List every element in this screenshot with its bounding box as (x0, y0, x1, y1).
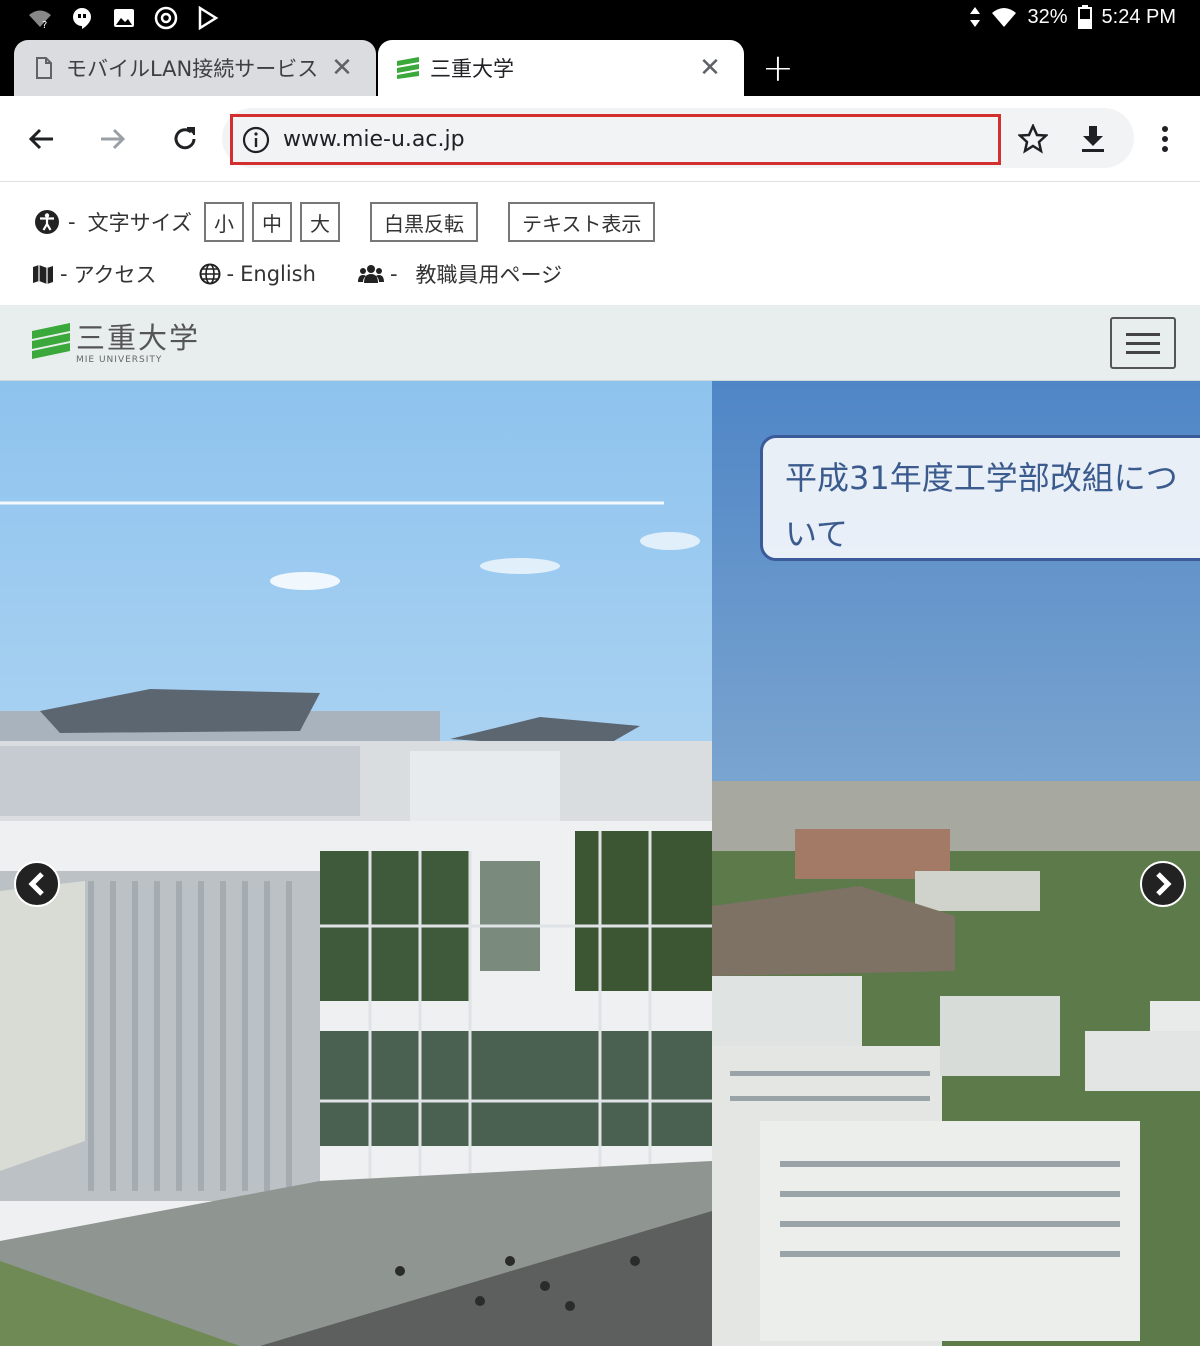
svg-text:?: ? (42, 20, 47, 30)
carousel-prev-button[interactable] (14, 861, 60, 907)
tab-mie-university[interactable]: 三重大学 ✕ (378, 40, 744, 96)
battery-icon (1077, 5, 1092, 29)
access-link[interactable]: - アクセス (32, 259, 157, 289)
image-icon (114, 9, 134, 27)
mie-logo-favicon-icon (396, 56, 420, 80)
tab-close-button[interactable]: ✕ (322, 53, 362, 83)
tab-close-button[interactable]: ✕ (690, 53, 730, 83)
back-arrow-icon (28, 128, 53, 150)
hamburger-line (1126, 341, 1160, 345)
download-icon (1082, 126, 1104, 152)
news-caption-text[interactable]: 平成31年度工学部改組について (785, 459, 1178, 553)
site-header: 三重大学 MIE UNIVERSITY (0, 305, 1200, 381)
accessibility-bar: - 文字サイズ 小 中 大 白黒反転 テキスト表示 - アクセス - Engli… (0, 183, 1200, 305)
staff-page-link[interactable]: - 教職員用ページ (357, 259, 563, 289)
english-label[interactable]: English (240, 262, 316, 286)
text-view-button[interactable]: テキスト表示 (507, 202, 656, 242)
status-bar: ? 32% 5:24 PM (0, 0, 1200, 38)
hero-carousel: 平成31年度工学部改組について (0, 381, 1200, 1346)
document-icon (32, 56, 56, 80)
chevron-right-icon (1156, 872, 1172, 896)
hamburger-line (1126, 350, 1160, 354)
tab-mobile-lan[interactable]: モバイルLAN接続サービス - ✕ (14, 40, 376, 96)
text-size-label: 文字サイズ (87, 211, 192, 235)
invert-colors-button[interactable]: 白黒反転 (369, 202, 478, 242)
info-icon[interactable] (241, 125, 271, 155)
tab-title: モバイルLAN接続サービス - (66, 57, 322, 81)
hamburger-line (1126, 332, 1160, 336)
reload-icon (174, 127, 196, 150)
forward-button[interactable] (90, 116, 136, 162)
bookmark-button[interactable] (1010, 116, 1056, 162)
chrome-icon (154, 6, 178, 30)
access-label[interactable]: アクセス (74, 259, 157, 289)
users-icon (357, 265, 384, 283)
data-arrows-icon (970, 7, 981, 27)
wifi-unknown-icon: ? (29, 10, 51, 30)
star-icon (1018, 124, 1048, 154)
text-size-medium-button[interactable]: 中 (251, 202, 292, 242)
dash-separator: - (226, 262, 235, 286)
staff-page-label[interactable]: 教職員用ページ (416, 259, 563, 289)
tab-title: 三重大学 (430, 57, 514, 81)
hangouts-icon (73, 8, 91, 29)
forward-arrow-icon (101, 128, 126, 150)
logo-english-text: MIE UNIVERSITY (76, 355, 163, 365)
wifi-icon (992, 8, 1017, 27)
logo-japanese-text: 三重大学 (76, 321, 201, 355)
mie-university-logo[interactable]: 三重大学 MIE UNIVERSITY (32, 323, 200, 365)
news-caption-link[interactable]: 平成31年度工学部改組について (760, 435, 1200, 561)
text-size-small-button[interactable]: 小 (203, 202, 244, 242)
map-icon (33, 265, 53, 284)
tab-strip: モバイルLAN接続サービス - ✕ 三重大学 ✕ + (0, 38, 1200, 96)
new-tab-button[interactable]: + (762, 46, 794, 90)
back-button[interactable] (18, 116, 64, 162)
dash-separator: - (389, 262, 398, 286)
english-link[interactable]: - English (199, 262, 316, 286)
chevron-left-icon (28, 872, 44, 896)
more-vert-icon (1162, 126, 1168, 152)
reload-button[interactable] (162, 116, 208, 162)
mie-logo-icon (32, 323, 70, 359)
url-text[interactable]: www.mie-u.ac.jp (283, 127, 465, 152)
play-store-icon (198, 6, 219, 30)
text-size-large-button[interactable]: 大 (299, 202, 340, 242)
hamburger-menu-button[interactable] (1110, 317, 1176, 369)
accessibility-icon (35, 210, 59, 234)
clock: 5:24 PM (1101, 5, 1176, 28)
battery-percent: 32% (1027, 5, 1068, 28)
dash-separator: - (68, 210, 76, 234)
carousel-next-button[interactable] (1140, 861, 1186, 907)
url-field[interactable]: www.mie-u.ac.jp (230, 114, 1001, 165)
download-button[interactable] (1070, 116, 1116, 162)
menu-button[interactable] (1142, 116, 1188, 162)
dash-separator: - (60, 262, 68, 286)
globe-icon (199, 263, 221, 285)
